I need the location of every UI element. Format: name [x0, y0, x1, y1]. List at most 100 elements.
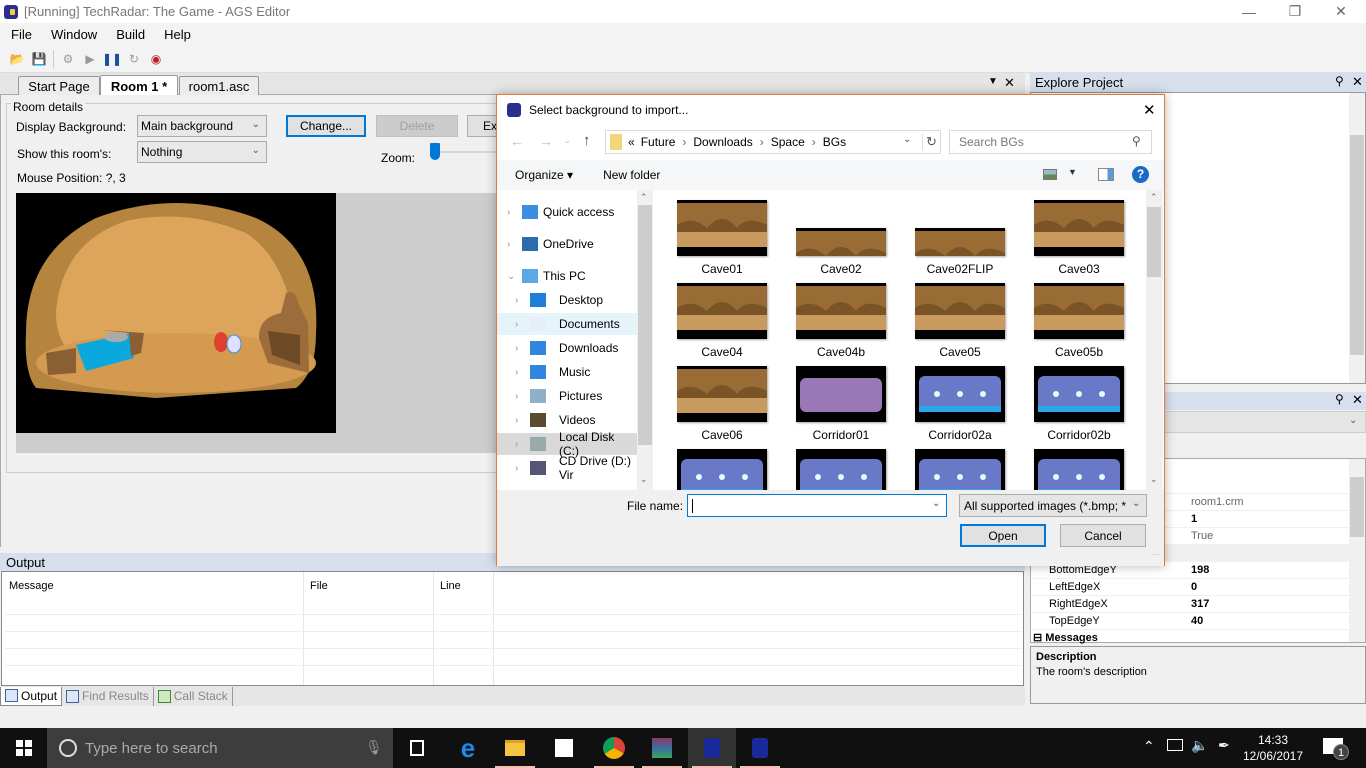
property-row[interactable]: LeftEdgeX 0	[1031, 579, 1349, 596]
edge-icon[interactable]: e	[444, 728, 492, 768]
menu-file[interactable]: File	[3, 27, 40, 42]
change-view-icon[interactable]	[1043, 169, 1057, 180]
new-folder-button[interactable]: New folder	[603, 168, 660, 182]
file-name-label[interactable]: Cave02	[781, 262, 901, 276]
address-bar[interactable]: « Future › Downloads › Space › BGs ⌄ ↻	[605, 130, 941, 154]
menu-build[interactable]: Build	[108, 27, 153, 42]
address-dropdown-icon[interactable]: ⌄	[903, 134, 911, 145]
open-button[interactable]: Open	[960, 524, 1046, 547]
recent-dropdown-icon[interactable]: ⌄	[564, 136, 571, 145]
room-background-preview[interactable]	[16, 193, 336, 433]
view-dropdown-icon[interactable]: ▼	[1068, 167, 1077, 177]
file-name-label[interactable]: Cave01	[662, 262, 782, 276]
breadcrumb-downloads[interactable]: Downloads	[693, 135, 752, 149]
nav-item[interactable]: › CD Drive (D:) Vir	[497, 454, 637, 482]
close-tab-icon[interactable]: ✕	[1004, 75, 1015, 91]
close-panel-icon[interactable]: ✕	[1352, 74, 1363, 90]
file-name-label[interactable]: Cave05b	[1019, 345, 1139, 359]
file-thumbnail[interactable]	[677, 366, 767, 422]
nav-item[interactable]: › Desktop	[497, 289, 637, 311]
help-icon[interactable]: ?	[1132, 166, 1149, 183]
tab-list-dropdown-icon[interactable]: ▼	[988, 76, 998, 87]
chevron-right-icon[interactable]: ›	[515, 439, 518, 450]
volume-icon[interactable]: 🔈	[1191, 737, 1208, 754]
show-rooms-select[interactable]: Nothing ⌄	[137, 141, 267, 163]
clock[interactable]: 14:33 12/06/2017	[1240, 732, 1306, 764]
breadcrumb-space[interactable]: Space	[771, 135, 805, 149]
scroll-up-icon[interactable]: ⌃	[1150, 192, 1158, 203]
chevron-right-icon[interactable]: ›	[515, 367, 518, 378]
build-icon[interactable]: ⚙	[60, 51, 76, 67]
output-list[interactable]: Message File Line	[1, 571, 1024, 686]
minimize-button[interactable]: —	[1226, 0, 1272, 23]
ags-game-icon[interactable]	[736, 728, 784, 768]
file-name-label[interactable]: Cave04b	[781, 345, 901, 359]
property-scrollbar[interactable]	[1349, 459, 1365, 642]
breadcrumb-overflow[interactable]: «	[628, 135, 635, 149]
scroll-down-icon[interactable]: ⌄	[1150, 474, 1158, 485]
chevron-down-icon[interactable]: ⌄	[932, 498, 940, 509]
chevron-right-icon[interactable]: ›	[515, 319, 518, 330]
close-panel-icon[interactable]: ✕	[1352, 392, 1363, 408]
organize-button[interactable]: Organize ▾	[515, 168, 573, 182]
property-value[interactable]: 40	[1191, 615, 1203, 627]
chevron-right-icon[interactable]: ›	[507, 239, 510, 250]
file-thumbnail[interactable]	[796, 228, 886, 275]
preview-pane-icon[interactable]	[1098, 168, 1114, 181]
scrollbar-thumb[interactable]	[1350, 477, 1364, 537]
tab-output[interactable]: Output	[0, 686, 63, 706]
chevron-right-icon[interactable]: ›	[515, 463, 518, 474]
nav-item[interactable]: › Downloads	[497, 337, 637, 359]
delete-button[interactable]: Delete	[376, 115, 458, 137]
start-button[interactable]	[0, 728, 47, 768]
file-thumbnail[interactable]	[796, 449, 886, 490]
nav-item[interactable]: › Documents	[497, 313, 637, 335]
tab-find-results[interactable]: Find Results	[62, 686, 154, 706]
file-thumbnail[interactable]	[1034, 283, 1124, 339]
restore-button[interactable]: ❐	[1272, 0, 1318, 23]
tab-room-1[interactable]: Room 1 *	[100, 75, 178, 96]
file-thumbnail[interactable]	[1034, 200, 1124, 256]
breadcrumb-bgs[interactable]: BGs	[823, 135, 846, 149]
file-thumbnail[interactable]	[915, 228, 1005, 275]
up-arrow-icon[interactable]: ↑	[583, 132, 591, 149]
file-thumbnail[interactable]	[915, 283, 1005, 339]
header-message[interactable]: Message	[9, 580, 54, 592]
property-value[interactable]: room1.crm	[1191, 496, 1244, 508]
nav-item[interactable]: › Music	[497, 361, 637, 383]
chevron-right-icon[interactable]: ›	[515, 343, 518, 354]
file-explorer-icon[interactable]	[491, 728, 539, 768]
file-thumbnail[interactable]	[677, 200, 767, 256]
file-thumbnail[interactable]	[1034, 366, 1124, 422]
header-line[interactable]: Line	[440, 580, 461, 592]
back-arrow-icon[interactable]: ←	[510, 133, 524, 149]
breadcrumb-future[interactable]: Future	[641, 135, 676, 149]
stop-icon[interactable]: ◉	[148, 51, 164, 67]
file-thumbnail[interactable]	[1034, 449, 1124, 490]
file-type-select[interactable]: All supported images (*.bmp; * ⌄	[959, 494, 1147, 517]
zoom-slider-thumb[interactable]	[430, 143, 440, 160]
property-value[interactable]: True	[1191, 530, 1213, 542]
search-input[interactable]: Search BGs ⚲	[949, 130, 1152, 154]
nav-item[interactable]: › OneDrive	[497, 233, 637, 255]
chevron-right-icon[interactable]: ›	[515, 415, 518, 426]
nav-item[interactable]: › Local Disk (C:)	[497, 430, 637, 458]
scrollbar-thumb[interactable]	[1147, 207, 1161, 277]
property-value[interactable]: 198	[1191, 564, 1209, 576]
resize-grip-icon[interactable]: ⋯	[1152, 550, 1160, 559]
pin-icon[interactable]: ⚲	[1335, 392, 1344, 406]
microphone-icon[interactable]: 🎙	[365, 739, 383, 756]
tab-room1-asc[interactable]: room1.asc	[179, 76, 259, 95]
pin-icon[interactable]: ⚲	[1335, 74, 1344, 88]
save-icon[interactable]: 💾	[31, 51, 47, 67]
file-name-label[interactable]: Corridor02b	[1019, 428, 1139, 442]
property-row[interactable]: RightEdgeX 317	[1031, 596, 1349, 613]
scroll-down-icon[interactable]: ⌄	[640, 474, 648, 485]
close-button[interactable]: ✕	[1318, 0, 1364, 23]
file-name-label[interactable]: Cave04	[662, 345, 782, 359]
display-background-select[interactable]: Main background ⌄	[137, 115, 267, 137]
nav-item[interactable]: ⌄ This PC	[497, 265, 637, 287]
scrollbar-thumb[interactable]	[1350, 135, 1364, 355]
header-file[interactable]: File	[310, 580, 328, 592]
taskbar-search[interactable]: Type here to search 🎙	[47, 728, 393, 768]
